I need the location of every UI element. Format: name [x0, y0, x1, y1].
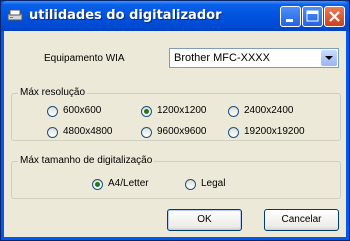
radio-600x600[interactable]: [47, 106, 58, 117]
scan-size-group-title: Máx tamanho de digitalização: [18, 155, 155, 166]
device-dropdown-value: Brother MFC-XXXX: [174, 52, 270, 64]
minimize-icon: [286, 19, 293, 22]
chevron-down-icon: [325, 56, 333, 60]
radio-label-a4-letter: A4/Letter: [108, 178, 149, 189]
device-dropdown[interactable]: Brother MFC-XXXX: [169, 48, 339, 68]
radio-4800x4800[interactable]: [47, 127, 58, 138]
radio-19200x19200[interactable]: [228, 127, 239, 138]
window-title: utilidades do digitalizador: [29, 8, 222, 23]
radio-label-legal: Legal: [201, 178, 226, 189]
close-button[interactable]: [324, 6, 345, 27]
radio-label-600x600: 600x600: [63, 105, 102, 116]
maximize-icon: [306, 10, 319, 22]
radio-label-1200x1200: 1200x1200: [157, 105, 207, 116]
device-label: Equipamento WIA: [44, 53, 125, 64]
radio-1200x1200[interactable]: [141, 106, 152, 117]
scanner-icon: [7, 9, 23, 21]
dropdown-button[interactable]: [321, 50, 337, 66]
radio-legal[interactable]: [185, 179, 196, 190]
radio-9600x9600[interactable]: [141, 127, 152, 138]
radio-2400x2400[interactable]: [228, 106, 239, 117]
radio-label-19200x19200: 19200x19200: [244, 126, 305, 137]
ok-button[interactable]: OK: [167, 209, 242, 231]
close-icon: [329, 11, 340, 22]
scan-size-group: Máx tamanho de digitalização: [11, 155, 341, 199]
minimize-button[interactable]: [280, 6, 301, 27]
maximize-button[interactable]: [302, 6, 323, 27]
resolution-group-title: Máx resolução: [18, 87, 88, 98]
radio-label-4800x4800: 4800x4800: [63, 126, 113, 137]
dialog-body: Equipamento WIA Brother MFC-XXXX Máx res…: [4, 31, 346, 237]
radio-label-9600x9600: 9600x9600: [157, 126, 207, 137]
dialog-window: utilidades do digitalizador Equipamento …: [0, 0, 350, 241]
title-bar[interactable]: utilidades do digitalizador: [1, 1, 349, 31]
cancel-button[interactable]: Cancelar: [264, 209, 339, 231]
radio-label-2400x2400: 2400x2400: [244, 105, 294, 116]
radio-a4-letter[interactable]: [92, 179, 103, 190]
